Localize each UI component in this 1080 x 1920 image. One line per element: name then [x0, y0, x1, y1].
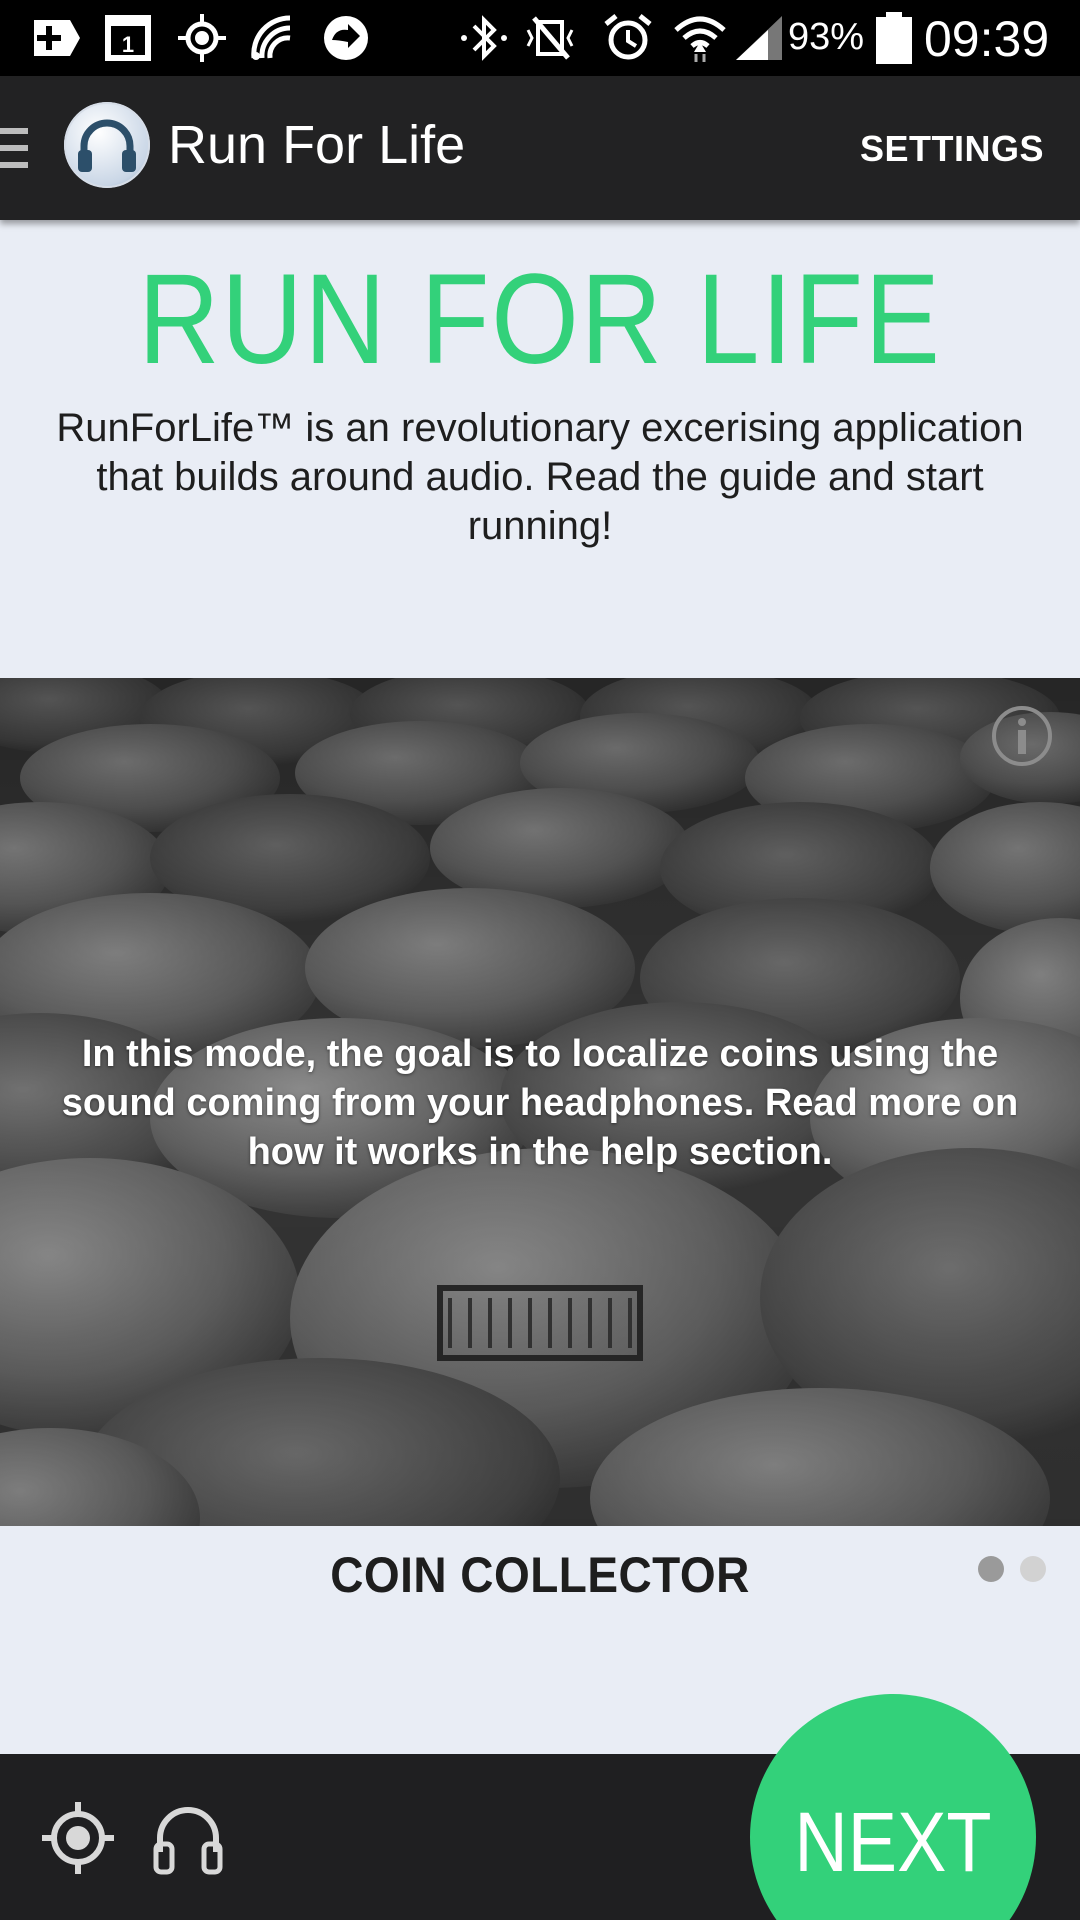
headphones-icon[interactable] [150, 1800, 226, 1876]
nfc-icon [246, 12, 302, 64]
add-box-icon [28, 12, 84, 64]
screen: 1 93% 09:39 Run For Life SETTINGS RUN FO… [0, 0, 1080, 1920]
status-bar: 1 93% 09:39 [0, 0, 1080, 76]
page-title: RUN FOR LIFE [138, 248, 942, 391]
app-logo-headphones-icon[interactable] [64, 102, 150, 188]
svg-text:1: 1 [122, 32, 134, 57]
mode-description: In this mode, the goal is to localize co… [61, 1033, 1019, 1173]
intro-text: RunForLife™ is an revolutionary excerisi… [56, 406, 1024, 548]
drawer-menu-icon[interactable] [0, 126, 30, 170]
action-bar: Run For Life SETTINGS [0, 76, 1080, 220]
page-dot-inactive[interactable] [1020, 1556, 1046, 1582]
gps-icon [174, 12, 230, 64]
alarm-icon [600, 12, 656, 64]
sync-arrow-icon [318, 12, 374, 64]
wifi-icon [672, 12, 728, 64]
signal-icon [732, 12, 788, 64]
vibrate-mute-icon [522, 12, 578, 64]
next-button-label: NEXT [794, 1795, 992, 1889]
calendar-icon: 1 [100, 12, 156, 64]
battery-icon [866, 12, 922, 64]
app-title: Run For Life [168, 115, 466, 175]
bluetooth-icon [456, 12, 512, 64]
next-button[interactable]: NEXT [750, 1694, 1036, 1920]
battery-percent: 93% [788, 16, 865, 58]
status-clock: 09:39 [924, 11, 1050, 67]
page-dot-active[interactable] [978, 1556, 1004, 1582]
mode-title: COIN COLLECTOR [330, 1547, 750, 1603]
gps-target-icon[interactable] [40, 1800, 116, 1876]
settings-button[interactable]: SETTINGS [860, 128, 1044, 170]
info-icon[interactable] [990, 704, 1054, 768]
